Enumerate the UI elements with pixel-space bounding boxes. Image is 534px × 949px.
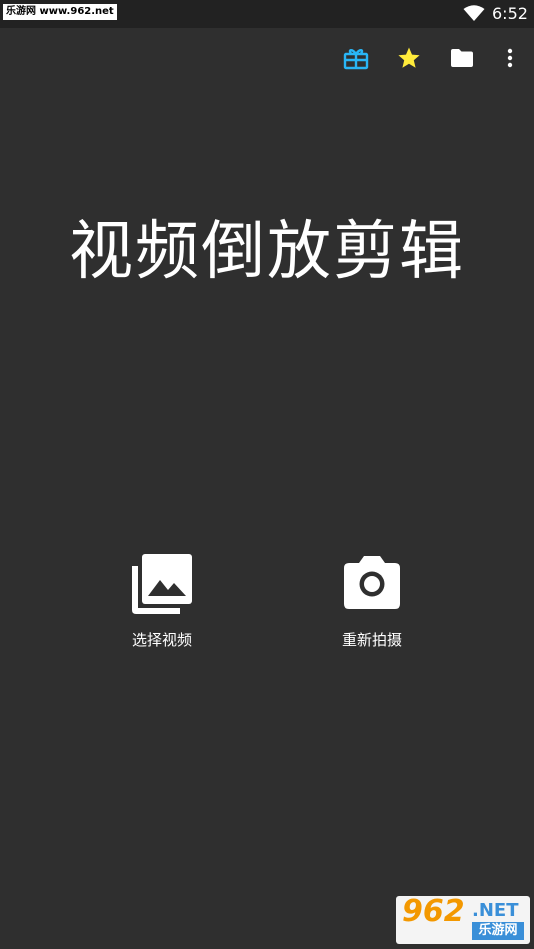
select-video-label: 选择视频	[131, 631, 192, 649]
folder-button[interactable]	[444, 40, 480, 76]
favorite-button[interactable]	[391, 40, 427, 76]
site-watermark: 乐游网 www.962.net	[3, 4, 117, 20]
star-icon	[398, 47, 420, 68]
page-title: 视频倒放剪辑	[69, 215, 465, 289]
wifi-icon	[463, 5, 485, 21]
record-video-label: 重新拍摄	[341, 631, 402, 649]
app-screen: 乐游网 www.962.net 6:52 视频倒放剪辑 选择视频 重新拍摄 96…	[0, 0, 534, 949]
logo-name: 乐游网	[472, 922, 524, 940]
status-bar: 乐游网 www.962.net 6:52	[0, 0, 534, 28]
gift-button[interactable]	[338, 40, 374, 76]
photo-library-icon	[132, 554, 192, 614]
more-vert-icon	[507, 48, 513, 68]
select-video-button[interactable]: 选择视频	[87, 552, 237, 662]
record-video-button[interactable]: 重新拍摄	[297, 552, 447, 662]
logo-number: 962	[402, 894, 465, 929]
status-clock: 6:52	[492, 4, 528, 23]
site-logo-watermark: 962 .NET 乐游网	[396, 896, 530, 944]
logo-net: .NET	[472, 900, 519, 921]
folder-icon	[451, 49, 473, 67]
top-toolbar	[0, 28, 534, 88]
camera-icon	[344, 556, 400, 609]
gift-icon	[343, 48, 369, 70]
more-options-button[interactable]	[492, 40, 528, 76]
